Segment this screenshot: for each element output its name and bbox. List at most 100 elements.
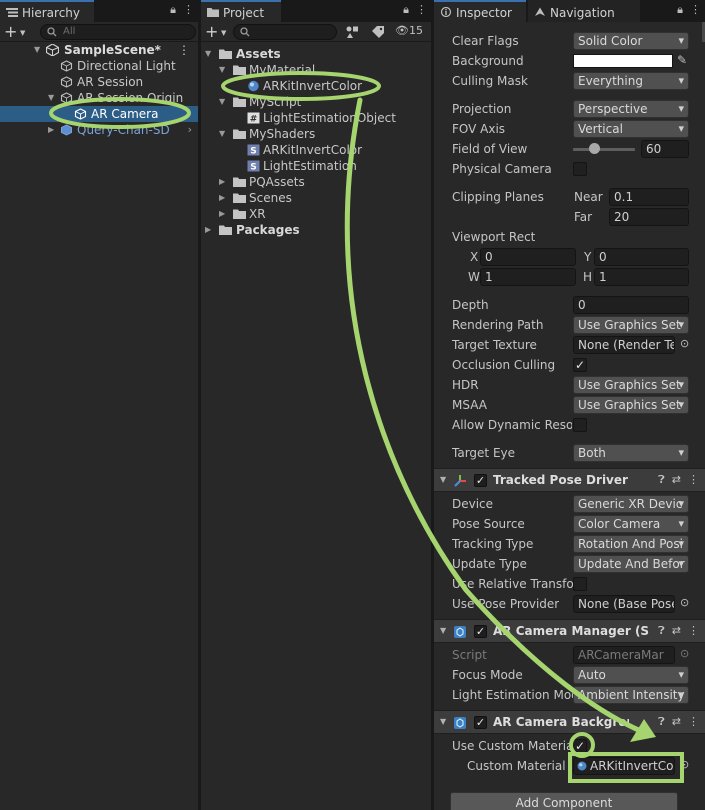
near-clip-field[interactable]: 0.1 <box>609 188 689 206</box>
project-search-field[interactable] <box>233 24 337 40</box>
viewport-h-field[interactable]: 1 <box>594 268 689 286</box>
collapsed-arrow-icon[interactable]: ▶ <box>219 174 225 190</box>
ar-camera-manager-enabled-checkbox[interactable]: ✓ <box>474 625 487 638</box>
kebab-menu-icon[interactable]: ⋮ <box>688 715 699 728</box>
fov-axis-dropdown[interactable]: Vertical <box>573 120 689 138</box>
hierarchy-item-scene[interactable]: ▼ SampleScene* ⋮ <box>0 42 198 58</box>
expanded-arrow-icon[interactable]: ▼ <box>34 42 40 58</box>
add-object-button[interactable]: + <box>4 22 17 41</box>
viewport-w-field[interactable]: 1 <box>480 268 576 286</box>
msaa-dropdown[interactable]: Use Graphics Set <box>573 396 689 414</box>
scene-menu-icon[interactable]: ⋮ <box>178 42 190 58</box>
viewport-x-field[interactable]: 0 <box>480 248 576 266</box>
project-item-mymaterial[interactable]: ▼ MyMaterial <box>201 62 431 78</box>
fov-slider-handle[interactable] <box>589 143 601 154</box>
chevron-down-icon[interactable]: ▼ <box>20 29 25 37</box>
project-item-scenes[interactable]: ▶ Scenes <box>201 190 431 206</box>
hierarchy-item-ar-session[interactable]: AR Session <box>0 74 198 90</box>
foldout-arrow-icon[interactable]: ▼ <box>440 475 446 484</box>
filter-by-label-icon[interactable] <box>371 25 385 39</box>
tab-inspector[interactable]: Inspector <box>434 0 526 22</box>
lock-icon[interactable]: 🔒︎ <box>170 3 176 16</box>
kebab-menu-icon[interactable]: ⋮ <box>416 3 427 16</box>
presets-icon[interactable]: ⇄ <box>672 473 681 486</box>
focus-mode-dropdown[interactable]: Auto <box>573 666 689 684</box>
pose-source-dropdown[interactable]: Color Camera <box>573 515 689 533</box>
pose-provider-field[interactable]: None (Base Pose <box>573 595 675 613</box>
clear-flags-dropdown[interactable]: Solid Color <box>573 32 689 50</box>
create-asset-button[interactable]: + <box>205 22 218 41</box>
ar-camera-background-enabled-checkbox[interactable]: ✓ <box>474 716 487 729</box>
chevron-right-icon[interactable]: › <box>188 122 192 138</box>
ar-camera-background-header[interactable]: ▼ ✓ AR Camera Backgrounc ❓︎ ⇄ ⋮ <box>434 710 705 734</box>
tab-navigation[interactable]: Navigation <box>528 0 640 22</box>
expanded-arrow-icon[interactable]: ▼ <box>219 94 225 110</box>
collapsed-arrow-icon[interactable]: ▶ <box>205 222 211 238</box>
hierarchy-item-directional-light[interactable]: Directional Light <box>0 58 198 74</box>
foldout-arrow-icon[interactable]: ▼ <box>440 717 446 726</box>
object-picker-icon[interactable]: ⊙ <box>680 596 689 609</box>
lock-icon[interactable]: 🔒︎ <box>403 3 409 16</box>
project-item-assets[interactable]: ▼ Assets <box>201 46 431 62</box>
project-item-material-arkitinvertcolor[interactable]: ARKitInvertColor <box>201 78 431 94</box>
update-type-dropdown[interactable]: Update And Befor <box>573 555 689 573</box>
object-picker-icon[interactable]: ⊙ <box>680 337 689 350</box>
fov-value-field[interactable]: 60 <box>641 140 689 158</box>
eyedropper-icon[interactable]: ✎ <box>677 53 687 67</box>
hierarchy-item-ar-camera[interactable]: AR Camera <box>0 106 198 122</box>
hierarchy-item-ar-session-origin[interactable]: ▼ AR Session Origin <box>0 90 198 106</box>
expanded-arrow-icon[interactable]: ▼ <box>219 126 225 142</box>
project-item-shader-arkitinvertcolor[interactable]: S ARKitInvertColor <box>201 142 431 158</box>
help-icon[interactable]: ❓︎ <box>658 624 665 637</box>
physical-camera-checkbox[interactable] <box>573 162 587 176</box>
kebab-menu-icon[interactable]: ⋮ <box>688 624 699 637</box>
project-item-myshaders[interactable]: ▼ MyShaders <box>201 126 431 142</box>
project-item-pqassets[interactable]: ▶ PQAssets <box>201 174 431 190</box>
expanded-arrow-icon[interactable]: ▼ <box>219 62 225 78</box>
use-relative-transform-checkbox[interactable] <box>573 577 587 591</box>
collapsed-arrow-icon[interactable]: ▶ <box>48 122 54 138</box>
presets-icon[interactable]: ⇄ <box>672 624 681 637</box>
light-estimation-dropdown[interactable]: Ambient Intensity <box>573 686 689 704</box>
target-texture-field[interactable]: None (Render Te <box>573 336 675 354</box>
lock-icon[interactable]: 🔒︎ <box>677 3 683 16</box>
object-picker-icon[interactable]: ⊙ <box>680 758 689 771</box>
tab-hierarchy[interactable]: Hierarchy <box>0 0 94 22</box>
presets-icon[interactable]: ⇄ <box>672 715 681 728</box>
expanded-arrow-icon[interactable]: ▼ <box>205 46 211 62</box>
chevron-down-icon[interactable]: ▼ <box>221 29 226 37</box>
help-icon[interactable]: ❓︎ <box>658 473 665 486</box>
depth-field[interactable]: 0 <box>573 296 689 314</box>
fov-slider-track[interactable] <box>573 148 635 151</box>
use-custom-material-checkbox[interactable]: ✓ <box>573 739 587 753</box>
project-item-lightestimationobject[interactable]: # LightEstimationObject <box>201 110 431 126</box>
hdr-dropdown[interactable]: Use Graphics Set <box>573 376 689 394</box>
custom-material-field[interactable]: ARKitInvertCol <box>573 757 675 775</box>
hierarchy-search-field[interactable]: All <box>40 24 196 40</box>
background-color-swatch[interactable] <box>573 54 673 68</box>
tracked-pose-enabled-checkbox[interactable]: ✓ <box>474 474 487 487</box>
rendering-path-dropdown[interactable]: Use Graphics Set <box>573 316 689 334</box>
kebab-menu-icon[interactable]: ⋮ <box>183 3 194 16</box>
tracked-pose-driver-header[interactable]: ▼ ✓ Tracked Pose Driver ❓︎ ⇄ ⋮ <box>434 468 705 492</box>
project-item-shader-lightestimation[interactable]: S LightEstimation <box>201 158 431 174</box>
collapsed-arrow-icon[interactable]: ▶ <box>219 190 225 206</box>
occlusion-culling-checkbox[interactable]: ✓ <box>573 358 587 372</box>
projection-dropdown[interactable]: Perspective <box>573 100 689 118</box>
project-item-packages[interactable]: ▶ Packages <box>201 222 431 238</box>
foldout-arrow-icon[interactable]: ▼ <box>440 626 446 635</box>
help-icon[interactable]: ❓︎ <box>658 715 665 728</box>
kebab-menu-icon[interactable]: ⋮ <box>690 3 701 16</box>
target-eye-dropdown[interactable]: Both <box>573 444 689 462</box>
project-item-myscript[interactable]: ▼ MyScript <box>201 94 431 110</box>
tracking-type-dropdown[interactable]: Rotation And Posi <box>573 535 689 553</box>
ar-camera-manager-header[interactable]: ▼ ✓ AR Camera Manager (S ❓︎ ⇄ ⋮ <box>434 619 705 643</box>
filter-by-type-icon[interactable] <box>345 25 359 39</box>
expanded-arrow-icon[interactable]: ▼ <box>48 90 54 106</box>
collapsed-arrow-icon[interactable]: ▶ <box>219 206 225 222</box>
culling-mask-dropdown[interactable]: Everything <box>573 72 689 90</box>
hierarchy-item-query-chan[interactable]: ▶ Query-Chan-SD › <box>0 122 198 138</box>
tab-project[interactable]: Project <box>201 0 281 22</box>
device-dropdown[interactable]: Generic XR Devic <box>573 495 689 513</box>
allow-dynamic-resolution-checkbox[interactable] <box>573 418 587 432</box>
